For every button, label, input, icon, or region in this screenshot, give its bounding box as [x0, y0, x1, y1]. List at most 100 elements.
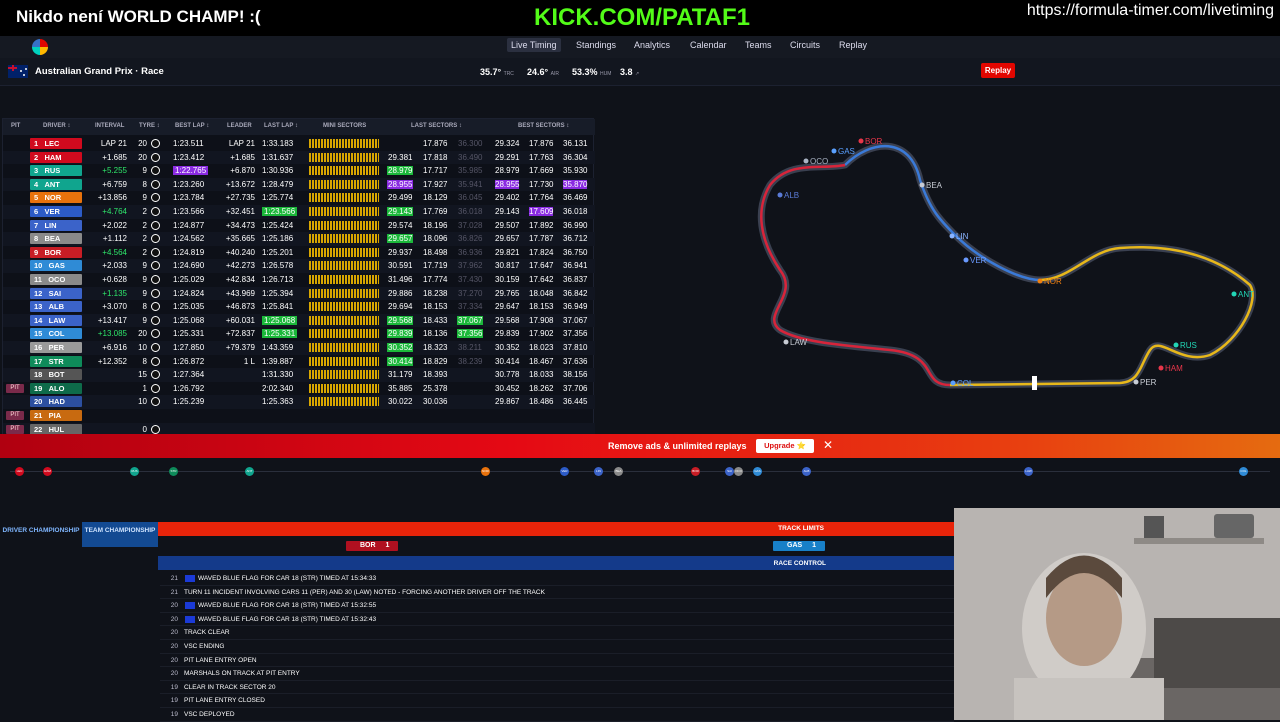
gap-car-dot[interactable]: LAW [1024, 467, 1033, 476]
last-sector-1: 28.979 [387, 166, 414, 176]
driver-badge[interactable]: 15 COL [30, 328, 82, 340]
gap-car-dot[interactable]: LEC [15, 467, 24, 476]
gap-car-dot[interactable]: OCO [734, 467, 743, 476]
driver-badge[interactable]: 11 OCO [30, 274, 82, 285]
wind-speed: 3.8 ↗ [620, 67, 640, 77]
col-best-sectors[interactable]: BEST SECTORS ↕ [518, 123, 569, 129]
driver-badge[interactable]: 17 STR [30, 355, 82, 367]
driver-badge[interactable]: 16 PER [30, 342, 82, 353]
driver-badge[interactable]: 10 GAS [30, 260, 82, 272]
tyre-laps: 9 [142, 166, 147, 176]
driver-badge[interactable]: 1 LEC [30, 138, 82, 149]
site-logo-icon[interactable] [32, 39, 48, 55]
nav-live-timing[interactable]: Live Timing [507, 38, 561, 52]
driver-badge[interactable]: 2 HAM [30, 151, 82, 163]
gap-car-dot[interactable]: SAI [725, 467, 734, 476]
race-control-message: 20 MARSHALS ON TRACK AT PIT ENTRY [160, 667, 954, 681]
gap-car-dot[interactable]: HAM [43, 467, 52, 476]
driver-badge[interactable]: 19 ALO [30, 382, 82, 394]
driver-badge[interactable]: 12 SAI [30, 287, 82, 299]
gap-car-dot[interactable]: BOR [691, 467, 700, 476]
driver-badge[interactable]: 7 LIN [30, 219, 82, 231]
table-row[interactable]: 10 GAS +2.033 9 1:24.690 +42.273 1:26.578 30.5… [3, 259, 595, 273]
last-lap: 1:30.936 [262, 166, 294, 176]
driver-badge[interactable]: 3 RUS [30, 165, 82, 177]
track-svg: BOR GAS OCO BEA ALB LIN VER NOR ANT LAW RUS HAM PER C… [757, 137, 1257, 390]
upgrade-button[interactable]: Upgrade ⭐ [756, 439, 814, 453]
tyre-laps: 10 [138, 343, 147, 352]
gap-car-dot[interactable]: ANT [245, 467, 254, 476]
driver-badge[interactable]: 21 PIA [30, 410, 82, 421]
gap-car-dot[interactable]: BEA [614, 467, 623, 476]
table-row[interactable]: 15 COL +13.085 20 1:25.331 +72.837 1:25.331 29… [3, 327, 595, 341]
nav-replay[interactable]: Replay [839, 40, 867, 50]
timing-table: PIT DRIVER ↕ INTERVAL TYRE ↕ BEST LAP ↕ … [2, 118, 595, 437]
car-marker [783, 339, 789, 345]
close-icon[interactable]: ✕ [823, 438, 833, 452]
gap-car-dot[interactable]: ALB [802, 467, 811, 476]
gap-car-dot[interactable]: STR [169, 467, 178, 476]
table-row[interactable]: 14 LAW +13.417 9 1:25.068 +60.031 1:25.068 29.… [3, 313, 595, 328]
driver-badge[interactable]: 14 LAW [30, 314, 82, 326]
nav-teams[interactable]: Teams [745, 40, 772, 50]
best-sector-2: 17.876 [529, 139, 554, 148]
tab-driver-championship[interactable]: DRIVER CHAMPIONSHIP [0, 522, 82, 547]
mini-sectors [309, 315, 379, 325]
driver-badge[interactable]: 13 ALB [30, 301, 82, 313]
col-tyre[interactable]: TYRE ↕ [139, 123, 160, 129]
col-last-sectors[interactable]: LAST SECTORS ↕ [411, 123, 462, 129]
table-row[interactable]: 16 PER +6.916 10 1:27.850 +79.379 1:43.359 30.… [3, 341, 595, 355]
table-row[interactable]: PIT 19 ALO 1 1:26.792 2:02.340 35.885 25.378 30… [3, 382, 595, 396]
table-row[interactable]: PIT 21 PIA [3, 409, 595, 423]
driver-badge[interactable]: 9 BOR [30, 246, 82, 258]
driver-badge[interactable]: 6 VER [30, 206, 82, 217]
col-driver[interactable]: DRIVER ↕ [43, 123, 70, 129]
driver-badge[interactable]: 4 ANT [30, 178, 82, 190]
table-row[interactable]: 7 LIN +2.022 2 1:24.877 +34.473 1:25.424 29.57… [3, 219, 595, 233]
table-row[interactable]: 2 HAM +1.685 20 1:23.412 +1.685 1:31.637 29.38… [3, 150, 595, 165]
leader-gap: +60.031 [225, 315, 255, 325]
driver-badge[interactable]: 22 HUL [30, 423, 82, 435]
gap-car-dot[interactable]: LIN [594, 467, 603, 476]
driver-badge[interactable]: 20 HAD [30, 396, 82, 408]
table-row[interactable]: 9 BOR +4.564 2 1:24.819 +40.240 1:25.201 29.93… [3, 246, 595, 260]
table-row[interactable]: 8 BEA +1.112 2 1:24.562 +35.665 1:25.186 29.65… [3, 232, 595, 246]
table-row[interactable]: 18 BOT 15 1:27.364 1:31.330 31.179 18.393 30.7… [3, 368, 595, 382]
interval-value: +1.112 [102, 234, 127, 244]
table-row[interactable]: 11 OCO +0.628 9 1:25.029 +42.834 1:26.713 31.4… [3, 273, 595, 287]
last-lap: 2:02.340 [262, 383, 294, 393]
interval-value: +13.856 [97, 193, 127, 203]
table-row[interactable]: 4 ANT +6.759 8 1:23.260 +13.672 1:28.479 28.95… [3, 177, 595, 192]
table-row[interactable]: 20 HAD 10 1:25.239 1:25.363 30.022 30.036 29.8… [3, 395, 595, 409]
gap-car-dot[interactable]: GAS [753, 467, 762, 476]
nav-standings[interactable]: Standings [576, 40, 616, 50]
gap-car-dot[interactable]: RUS [130, 467, 139, 476]
driver-badge[interactable]: 18 BOT [30, 369, 82, 381]
nav-analytics[interactable]: Analytics [634, 40, 670, 50]
table-row[interactable]: 3 RUS +5.255 9 1:22.765 +6.870 1:30.936 28.979… [3, 164, 595, 178]
last-lap: 1:25.201 [262, 247, 294, 257]
gap-car-dot[interactable]: VER [560, 467, 569, 476]
tyre-icon [151, 179, 160, 189]
table-row[interactable]: 17 STR +12.352 8 1:26.872 1 L 1:39.887 30.414 1… [3, 355, 595, 369]
gap-car-dot[interactable]: COL [1239, 467, 1248, 476]
last-sector-2: 17.774 [423, 275, 448, 284]
table-row[interactable]: 1 LEC LAP 21 20 1:23.511 LAP 21 1:33.183 17.87… [3, 137, 595, 151]
table-row[interactable]: 6 VER +4.764 2 1:23.566 +32.451 1:23.566 29.14… [3, 205, 595, 219]
gap-car-dot[interactable]: NOR [481, 467, 490, 476]
driver-badge[interactable]: 5 NOR [30, 192, 82, 204]
table-row[interactable]: 12 SAI +1.135 9 1:24.824 +43.969 1:25.394 29.8… [3, 286, 595, 301]
car-marker [963, 257, 969, 263]
last-sector-2: 17.717 [423, 166, 448, 176]
mini-sectors [309, 397, 379, 407]
last-lap: 1:26.713 [262, 275, 294, 284]
nav-calendar[interactable]: Calendar [690, 40, 727, 50]
replay-button[interactable]: Replay [981, 63, 1015, 78]
driver-badge[interactable]: 8 BEA [30, 233, 82, 245]
tab-team-championship[interactable]: TEAM CHAMPIONSHIP [82, 522, 158, 547]
nav-circuits[interactable]: Circuits [790, 40, 820, 50]
col-best-lap[interactable]: BEST LAP ↕ [175, 123, 209, 129]
col-last-lap[interactable]: LAST LAP ↕ [264, 123, 298, 129]
table-row[interactable]: 13 ALB +3.070 8 1:25.035 +46.873 1:25.841 29.6… [3, 300, 595, 314]
table-row[interactable]: 5 NOR +13.856 9 1:23.784 +27.735 1:25.774 29.4… [3, 191, 595, 205]
